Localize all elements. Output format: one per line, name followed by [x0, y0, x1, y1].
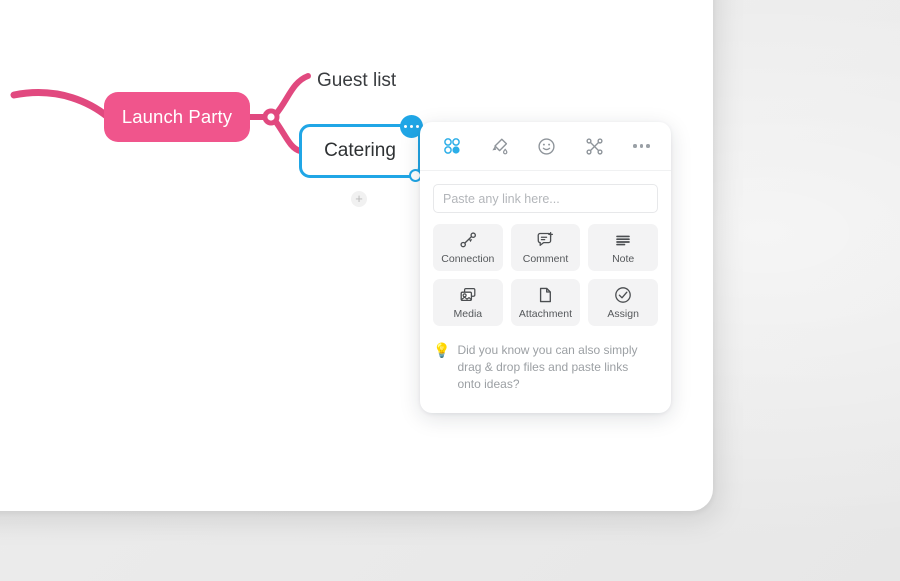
panel-tip-text: Did you know you can also simply drag & …	[457, 343, 638, 391]
emoji-icon[interactable]	[534, 134, 559, 159]
link-input-container	[420, 171, 671, 213]
connection-icon	[458, 230, 478, 250]
more-options-icon[interactable]	[629, 134, 654, 159]
action-attachment-label: Attachment	[518, 308, 573, 320]
action-assign-button[interactable]: Assign	[588, 279, 658, 326]
note-lines-icon	[613, 230, 633, 250]
action-button-grid: Connection Comment Note Media Attachment…	[420, 213, 671, 326]
action-assign-label: Assign	[607, 308, 639, 320]
add-child-node-button[interactable]: +	[351, 191, 367, 207]
mindmap-node-catering-label: Catering	[324, 140, 396, 161]
comment-plus-icon	[535, 230, 555, 250]
attachment-file-icon	[535, 285, 555, 305]
action-media-label: Media	[453, 308, 483, 320]
mindmap-node-guest-list[interactable]: Guest list	[317, 70, 396, 92]
media-images-icon	[458, 285, 478, 305]
highlighter-icon[interactable]	[487, 134, 512, 159]
connect-nodes-icon[interactable]	[582, 134, 607, 159]
lightbulb-icon: 💡	[433, 342, 451, 358]
action-connection-button[interactable]: Connection	[433, 224, 503, 271]
color-palette-icon[interactable]	[439, 134, 464, 159]
paste-link-input[interactable]	[433, 184, 658, 213]
action-comment-button[interactable]: Comment	[510, 224, 581, 271]
panel-toolbar	[420, 122, 671, 171]
assign-check-icon	[613, 285, 633, 305]
mindmap-node-root[interactable]: Launch Party	[104, 92, 250, 142]
idea-detail-panel: Connection Comment Note	[420, 122, 671, 413]
action-note-label: Note	[612, 253, 635, 265]
action-comment-label: Comment	[522, 253, 569, 265]
panel-tip: 💡 Did you know you can also simply drag …	[420, 326, 671, 393]
action-note-button[interactable]: Note	[588, 224, 658, 271]
action-attachment-button[interactable]: Attachment	[510, 279, 581, 326]
action-connection-label: Connection	[441, 253, 495, 265]
mindmap-node-root-label: Launch Party	[121, 106, 233, 127]
action-media-button[interactable]: Media	[433, 279, 503, 326]
